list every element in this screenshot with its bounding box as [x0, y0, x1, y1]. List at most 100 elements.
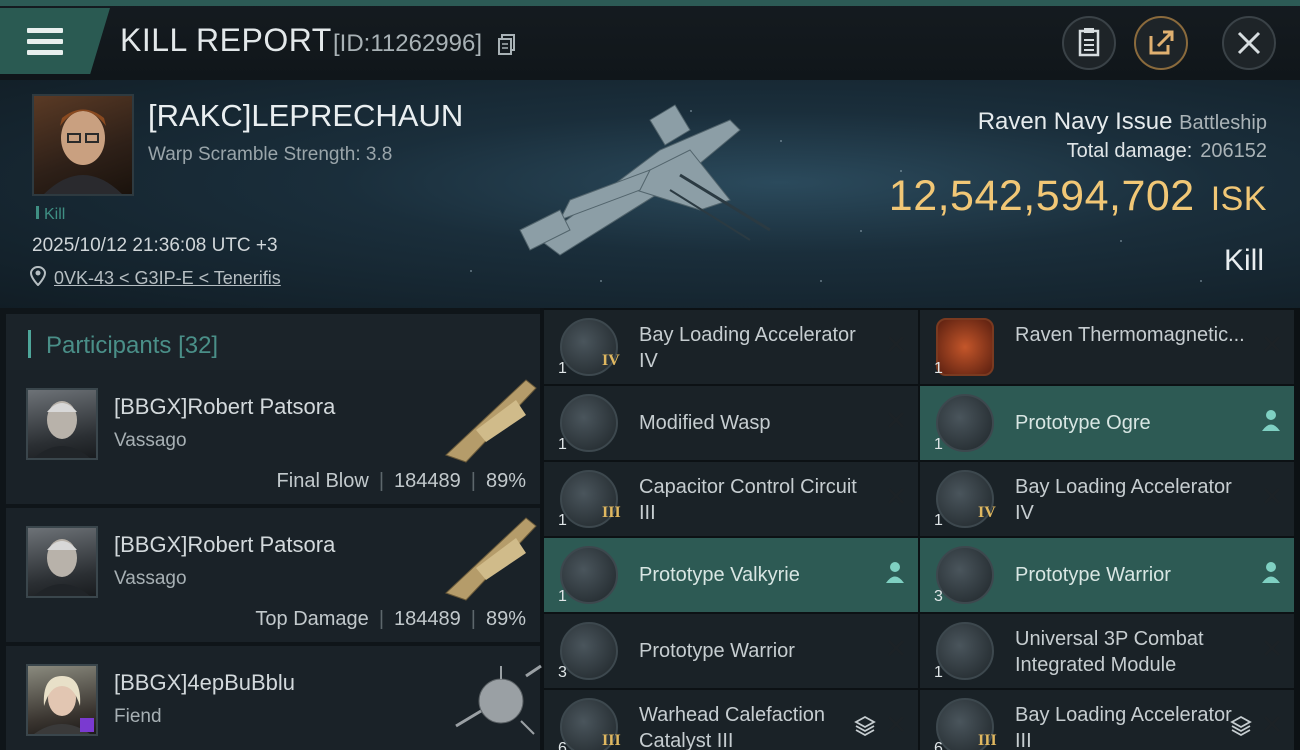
participants-title: Participants [32]	[46, 332, 219, 359]
participant-ship-icon	[445, 379, 537, 463]
module-quantity: 1	[934, 360, 943, 377]
module-quantity: 1	[558, 436, 567, 453]
module-slot[interactable]: 1 Modified Wasp	[544, 386, 918, 460]
module-name: Universal 3P Combat Integrated Module	[1015, 628, 1204, 676]
module-quantity: 3	[934, 588, 943, 605]
report-id: [ID:11262996]	[333, 30, 483, 57]
header-accent-bar	[28, 330, 31, 358]
top-bar: KILL REPORT [ID:11262996]	[0, 0, 1300, 80]
destroyed-x-icon	[1264, 716, 1280, 732]
module-slot[interactable]: 1 IV Bay Loading Accelerator IV	[920, 462, 1294, 536]
avatar	[26, 664, 98, 736]
module-quantity: 1	[558, 512, 567, 529]
participant-ship: Vassago	[114, 568, 187, 589]
combat-module-icon	[936, 622, 994, 680]
location-pin-icon	[30, 266, 46, 286]
hamburger-icon	[27, 28, 63, 56]
module-name: Capacitor Control Circuit III	[639, 476, 857, 524]
module-quantity: 1	[934, 512, 943, 529]
module-quantity: 1	[934, 436, 943, 453]
avatar	[26, 526, 98, 598]
module-slot[interactable]: 3 Prototype Warrior	[920, 538, 1294, 612]
copy-icon[interactable]	[498, 34, 516, 56]
module-name: Bay Loading Accelerator IV	[639, 324, 856, 372]
stack-icon	[854, 715, 876, 736]
location-link[interactable]: 0VK-43 < G3IP-E < Tenerifis	[54, 268, 281, 289]
clipboard-icon	[1078, 28, 1100, 57]
person-icon	[1262, 562, 1280, 583]
module-rank: III	[602, 504, 621, 521]
module-rank: III	[978, 732, 997, 749]
destroyed-x-icon	[888, 412, 904, 428]
module-rank: IV	[602, 352, 620, 369]
participant-ship: Fiend	[114, 706, 162, 727]
participant-name: [BBGX]Robert Patsora	[114, 394, 336, 419]
module-rank: III	[602, 732, 621, 749]
module-rank: IV	[978, 504, 996, 521]
module-quantity: 6	[934, 740, 943, 750]
destroyed-x-icon	[1264, 488, 1280, 504]
close-button[interactable]	[1222, 16, 1276, 70]
destroyed-x-icon	[888, 640, 904, 656]
participant-row[interactable]: [BBGX]Robert Patsora Vassago Final Blow |…	[6, 370, 540, 504]
person-icon	[886, 562, 904, 583]
module-quantity: 6	[558, 740, 567, 750]
module-quantity: 1	[558, 588, 567, 605]
share-button[interactable]	[1134, 16, 1188, 70]
module-slot[interactable]: 3 Prototype Warrior	[544, 614, 918, 688]
module-slot[interactable]: 1 Prototype Ogre	[920, 386, 1294, 460]
isk-value: 12,542,594,702 ISK	[888, 172, 1267, 220]
victim-ship-image	[519, 104, 771, 256]
destroyed-x-icon	[888, 716, 904, 732]
module-quantity: 1	[934, 664, 943, 681]
victim-ship-name: Raven Navy Issue Battleship	[977, 108, 1267, 135]
victim-portrait[interactable]	[32, 94, 134, 196]
module-name: Prototype Warrior	[1015, 564, 1171, 586]
module-slot[interactable]: 1 Raven Thermomagnetic...	[920, 310, 1294, 384]
module-name: Prototype Warrior	[639, 640, 795, 662]
participant-name: [BBGX]4epBuBblu	[114, 670, 296, 695]
participant-ship: Vassago	[114, 430, 187, 451]
module-slot[interactable]: 6 III Warhead Calefaction Catalyst III	[544, 690, 918, 750]
share-icon	[1149, 30, 1174, 55]
drone-icon	[936, 394, 994, 452]
participant-ship-icon	[455, 664, 542, 735]
avatar	[44, 109, 122, 194]
module-name: Warhead Calefaction Catalyst III	[639, 704, 826, 750]
victim-name[interactable]: [RAKC]LEPRECHAUN	[148, 98, 463, 134]
result-label: Kill	[1223, 244, 1264, 277]
blueprint-icon	[936, 318, 994, 376]
page-title: KILL REPORT	[120, 22, 332, 58]
module-name: Raven Thermomagnetic...	[1015, 324, 1245, 346]
clipboard-button[interactable]	[1062, 16, 1116, 70]
module-quantity: 3	[558, 664, 567, 681]
participant-ship-icon	[445, 517, 537, 601]
person-icon	[1262, 410, 1280, 431]
participant-stats: Final Blow | 184489 | 89%	[276, 470, 526, 492]
menu-button[interactable]	[0, 8, 110, 74]
participant-row[interactable]: [BBGX]4epBuBblu Fiend	[6, 646, 542, 750]
participants-panel: Participants [32] [BBGX]Robert Patsora V…	[0, 308, 542, 750]
fighter-icon	[560, 622, 618, 680]
module-slot[interactable]: 1 Prototype Valkyrie	[544, 538, 918, 612]
module-slot[interactable]: 6 III Bay Loading Accelerator III	[920, 690, 1294, 750]
avatar	[26, 388, 98, 460]
warp-scramble-strength: Warp Scramble Strength: 3.8	[148, 144, 393, 165]
module-name: Modified Wasp	[639, 412, 771, 434]
participant-row[interactable]: [BBGX]Robert Patsora Vassago Top Damage |…	[6, 508, 540, 642]
fighter-icon	[936, 546, 994, 604]
fitting-grid: 1 IV Bay Loading Accelerator IV 1 Raven Ther…	[544, 308, 1300, 750]
destroyed-x-icon	[888, 488, 904, 504]
module-slot[interactable]: 1 Universal 3P Combat Integrated Module	[920, 614, 1294, 688]
kill-tag: Kill	[36, 206, 65, 224]
module-name: Bay Loading Accelerator III	[1015, 704, 1232, 750]
module-name: Prototype Valkyrie	[639, 564, 800, 586]
module-slot[interactable]: 1 IV Bay Loading Accelerator IV	[544, 310, 918, 384]
close-icon	[1237, 31, 1261, 55]
module-name: Prototype Ogre	[1015, 412, 1151, 434]
victim-summary: [RAKC]LEPRECHAUN Warp Scramble Strength:…	[0, 80, 1300, 308]
destroyed-x-icon	[888, 336, 904, 352]
module-slot[interactable]: 1 III Capacitor Control Circuit III	[544, 462, 918, 536]
module-quantity: 1	[558, 360, 567, 377]
drone-icon	[560, 394, 618, 452]
